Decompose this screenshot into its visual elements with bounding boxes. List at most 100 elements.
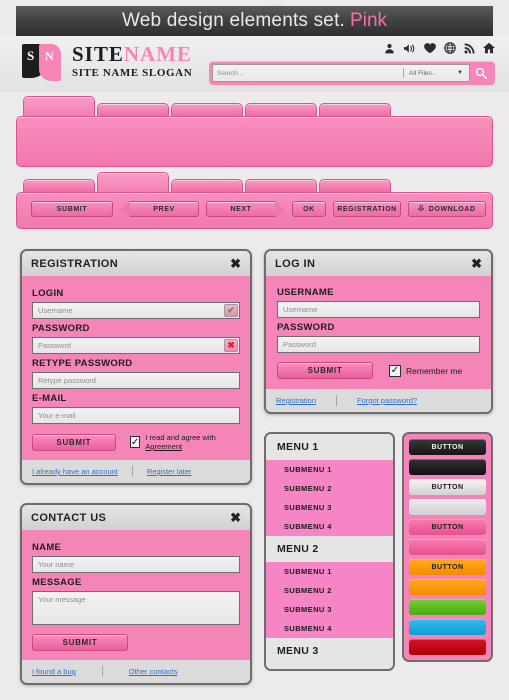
palette-button[interactable]: BUTTON <box>409 559 486 575</box>
tab-4[interactable] <box>245 103 317 116</box>
download-button[interactable]: ⥥ DOWNLOAD <box>408 201 486 217</box>
login-password-input[interactable]: Password <box>277 336 480 353</box>
palette-button[interactable] <box>409 539 486 555</box>
footer-divider <box>131 466 133 477</box>
palette-button[interactable] <box>409 579 486 595</box>
search-button[interactable] <box>470 64 492 83</box>
tab-2[interactable] <box>97 103 169 116</box>
palette-button[interactable] <box>409 459 486 475</box>
page-title-accent: Pink <box>350 10 388 31</box>
menu-accordion: MENU 1 SUBMENU 1 SUBMENU 2 SUBMENU 3 SUB… <box>264 432 395 671</box>
validation-error-icon: ✖ <box>224 339 238 352</box>
heart-icon[interactable] <box>424 42 436 54</box>
site-logo[interactable]: S N SITENAME SITE NAME SLOGAN <box>22 42 192 82</box>
chevron-down-icon[interactable]: ▼ <box>457 70 463 76</box>
submenu-item[interactable]: SUBMENU 1 <box>266 562 393 581</box>
search-filter-value[interactable]: All Files.. <box>409 70 447 77</box>
menu-header-3[interactable]: MENU 3 <box>266 638 393 669</box>
home-icon[interactable] <box>483 42 495 54</box>
submenu-item[interactable]: SUBMENU 1 <box>266 460 393 479</box>
message-label: MESSAGE <box>32 577 82 588</box>
next-button[interactable]: NEXT <box>206 201 285 219</box>
search-divider <box>403 68 405 78</box>
rss-icon[interactable] <box>464 43 475 54</box>
submit-button[interactable]: SUBMIT <box>31 201 113 217</box>
palette-button[interactable] <box>409 499 486 515</box>
submenu-item[interactable]: SUBMENU 2 <box>266 581 393 600</box>
page-title: Web design elements set. <box>121 10 346 31</box>
password-input[interactable]: Password ✖ <box>32 337 240 354</box>
username-label: USERNAME <box>277 287 334 298</box>
tab-3[interactable] <box>171 103 243 116</box>
have-account-link[interactable]: I already have an account <box>32 467 118 476</box>
registration-link[interactable]: Registration <box>276 396 316 405</box>
other-contacts-link[interactable]: Other contacts <box>129 667 178 676</box>
prev-button[interactable]: PREV <box>120 201 199 219</box>
remember-me-checkbox[interactable]: ✓ <box>389 364 401 377</box>
login-submit-row: SUBMIT ✓ Remember me <box>277 362 480 379</box>
site-slogan: SITE NAME SLOGAN <box>72 67 193 79</box>
email-input[interactable]: Your e-mail <box>32 407 240 424</box>
name-placeholder: Your name <box>38 560 74 569</box>
username-input[interactable]: Username <box>277 301 480 318</box>
palette-button[interactable]: BUTTON <box>409 479 486 495</box>
tab-4[interactable] <box>245 179 317 192</box>
tab-panel-group-1 <box>16 96 493 167</box>
login-submit-button[interactable]: SUBMIT <box>277 362 373 379</box>
speaker-icon[interactable] <box>403 43 416 54</box>
submenu-item[interactable]: SUBMENU 3 <box>266 498 393 517</box>
login-input[interactable]: Username ✔ <box>32 302 240 319</box>
registration-button[interactable]: REGISTRATION <box>333 201 401 217</box>
menu-header-2[interactable]: MENU 2 <box>266 536 393 562</box>
registration-body: LOGIN Username ✔ PASSWORD Password ✖ RET… <box>22 276 250 460</box>
palette-button[interactable]: BUTTON <box>409 519 486 535</box>
forgot-password-link[interactable]: Forgot password? <box>357 396 417 405</box>
globe-icon[interactable] <box>444 42 456 54</box>
submenu-item[interactable]: SUBMENU 4 <box>266 619 393 638</box>
tab-1[interactable] <box>23 179 95 192</box>
registration-footer: I already have an account Register later <box>22 460 250 483</box>
retype-password-input[interactable]: Retype password <box>32 372 240 389</box>
agreement-text: I read and agree with Agreement <box>145 433 240 451</box>
tab-1[interactable] <box>23 96 95 116</box>
close-icon[interactable]: ✖ <box>230 511 241 524</box>
submenu-group-2: SUBMENU 1 SUBMENU 2 SUBMENU 3 SUBMENU 4 <box>266 562 393 638</box>
palette-button[interactable]: BUTTON <box>409 439 486 455</box>
email-placeholder: Your e-mail <box>38 411 76 420</box>
site-header: S N SITENAME SITE NAME SLOGAN Search... … <box>0 36 509 92</box>
register-later-link[interactable]: Register later <box>147 467 192 476</box>
login-password-label: PASSWORD <box>277 322 335 333</box>
ok-button[interactable]: OK <box>292 201 326 217</box>
contact-submit-row: SUBMIT <box>32 634 240 651</box>
palette-button[interactable] <box>409 599 486 615</box>
tab-5[interactable] <box>319 179 391 192</box>
tab-content-panel-1 <box>16 116 493 167</box>
submenu-item[interactable]: SUBMENU 4 <box>266 517 393 536</box>
registration-submit-row: SUBMIT ✓ I read and agree with Agreement <box>32 433 240 451</box>
palette-button[interactable] <box>409 639 486 655</box>
retype-password-label: RETYPE PASSWORD <box>32 358 133 369</box>
submenu-item[interactable]: SUBMENU 3 <box>266 600 393 619</box>
agreement-link[interactable]: Agreement <box>145 442 182 451</box>
close-icon[interactable]: ✖ <box>471 257 482 270</box>
submenu-item[interactable]: SUBMENU 2 <box>266 479 393 498</box>
agreement-checkbox[interactable]: ✓ <box>129 436 141 448</box>
search-input[interactable]: Search... All Files.. ▼ <box>212 64 470 82</box>
logo-letter-s: S <box>27 48 35 63</box>
palette-button[interactable] <box>409 619 486 635</box>
registration-titlebar: REGISTRATION ✖ <box>22 251 250 276</box>
name-input[interactable]: Your name <box>32 556 240 573</box>
close-icon[interactable]: ✖ <box>230 257 241 270</box>
message-input[interactable]: Your message <box>32 591 240 625</box>
found-bug-link[interactable]: I found a bug <box>32 667 76 676</box>
tab-5[interactable] <box>319 103 391 116</box>
user-icon[interactable] <box>384 43 395 54</box>
tab-2[interactable] <box>97 172 169 192</box>
contact-footer: I found a bug Other contacts <box>22 660 250 683</box>
tab-3[interactable] <box>171 179 243 192</box>
menu-header-1[interactable]: MENU 1 <box>266 434 393 460</box>
contact-submit-button[interactable]: SUBMIT <box>32 634 128 651</box>
registration-submit-button[interactable]: SUBMIT <box>32 433 116 451</box>
download-icon: ⥥ <box>418 204 425 213</box>
contact-dialog: CONTACT US ✖ NAME Your name MESSAGE Your… <box>20 503 252 685</box>
